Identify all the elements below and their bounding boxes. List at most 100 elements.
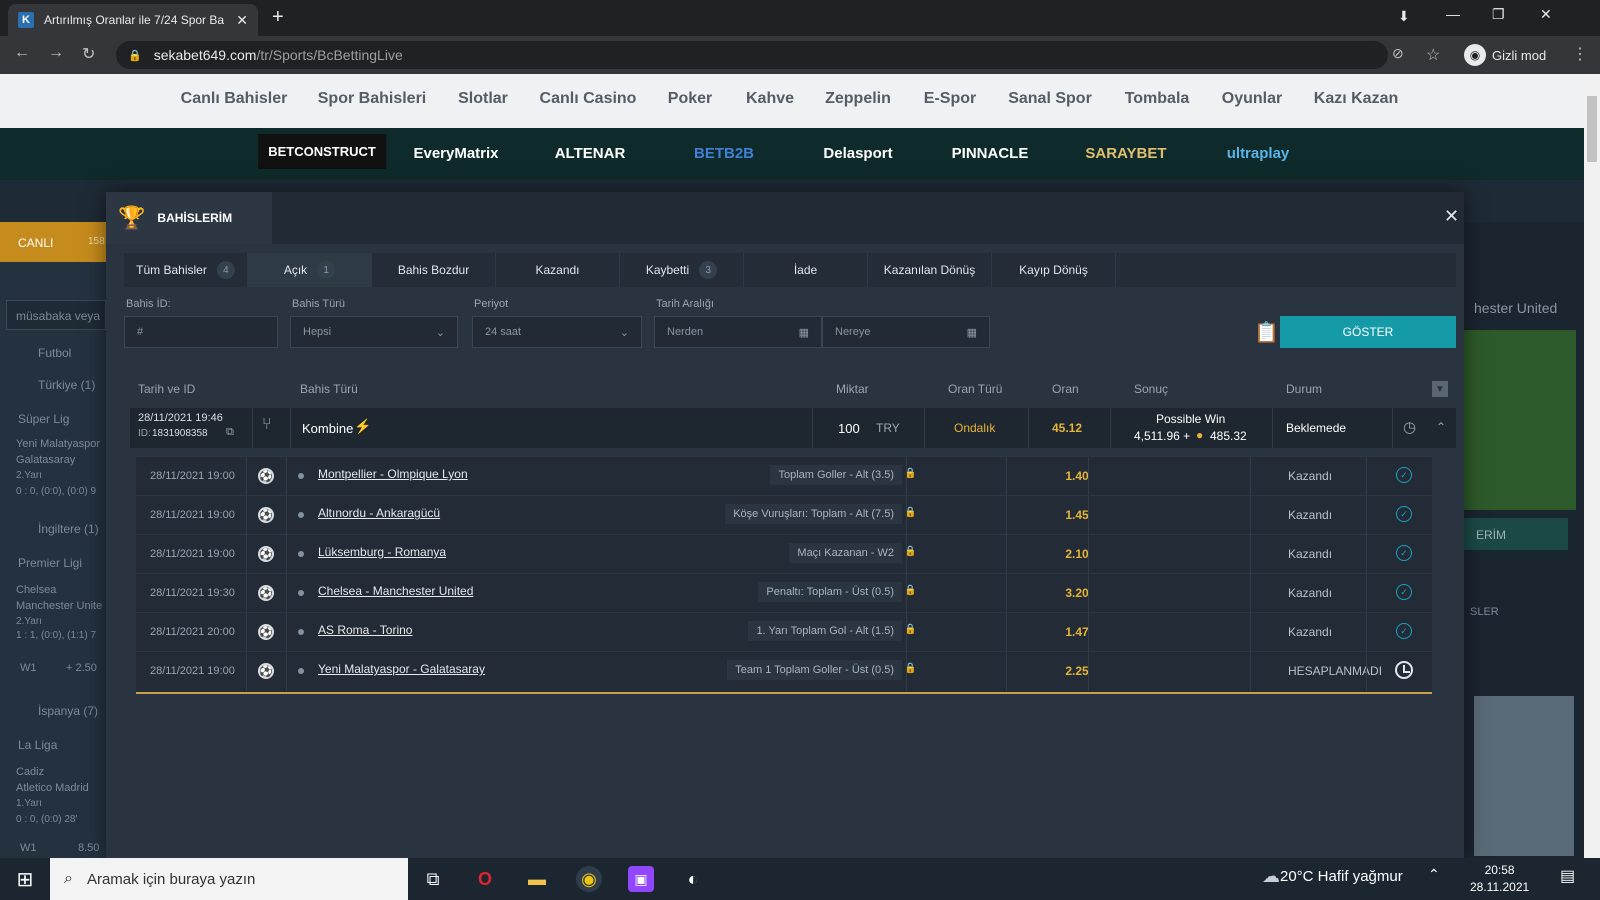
match-team[interactable]: Galatasaray bbox=[16, 454, 75, 466]
minimize-icon[interactable]: — bbox=[1446, 6, 1460, 22]
collapse-chevron-icon[interactable]: ⌃ bbox=[1436, 420, 1446, 434]
task-view-icon[interactable]: ⧉ bbox=[420, 866, 446, 892]
site-nav-link[interactable]: Kahve bbox=[746, 90, 794, 108]
scrollbar-thumb[interactable] bbox=[1587, 96, 1597, 162]
action-center-icon[interactable]: ▤ bbox=[1560, 866, 1575, 886]
windows-start-icon[interactable]: ⊞ bbox=[12, 866, 38, 892]
provider-logo[interactable]: PINNACLE bbox=[952, 145, 1029, 162]
eye-off-icon[interactable]: ⊘ bbox=[1392, 45, 1404, 62]
league-laliga[interactable]: La Liga bbox=[18, 738, 57, 752]
country-turkey[interactable]: Türkiye (1) bbox=[38, 378, 95, 392]
provider-logo[interactable]: Delasport bbox=[823, 145, 892, 162]
site-nav-link[interactable]: Kazı Kazan bbox=[1314, 90, 1398, 108]
tab-bet-filter[interactable]: Açık 1 bbox=[248, 253, 372, 287]
notification-app-icon[interactable]: ◐ bbox=[680, 866, 706, 892]
match-team[interactable]: Chelsea bbox=[16, 584, 56, 596]
profile-dropdown-icon[interactable]: ⬇ bbox=[1398, 8, 1410, 25]
match-team[interactable]: Atletico Madrid bbox=[16, 782, 89, 794]
tab-bet-filter[interactable]: Kazanılan Dönüş bbox=[868, 253, 992, 287]
sport-football[interactable]: Futbol bbox=[38, 346, 71, 360]
leg-match-link[interactable]: Chelsea - Manchester United bbox=[318, 584, 473, 598]
copy-icon[interactable]: ⧉ bbox=[226, 426, 234, 439]
leg-match-link[interactable]: Yeni Malatyaspor - Galatasaray bbox=[318, 662, 485, 676]
site-nav-link[interactable]: Tombala bbox=[1125, 90, 1190, 108]
provider-logo[interactable]: ALTENAR bbox=[555, 145, 626, 162]
country-england[interactable]: İngiltere (1) bbox=[38, 522, 99, 536]
provider-logo[interactable]: EveryMatrix bbox=[413, 145, 498, 162]
weather-text[interactable]: 20°C Hafif yağmur bbox=[1280, 868, 1403, 885]
back-icon[interactable]: ← bbox=[14, 44, 30, 62]
site-nav-link[interactable]: Spor Bahisleri bbox=[318, 90, 426, 108]
match-team[interactable]: Yeni Malatyaspor bbox=[16, 438, 100, 450]
site-nav-link[interactable]: Zeppelin bbox=[825, 90, 891, 108]
period-select[interactable]: 24 saat ⌄ bbox=[472, 316, 642, 348]
chrome-icon[interactable]: ◉ bbox=[576, 866, 602, 892]
site-nav-link[interactable]: Oyunlar bbox=[1222, 90, 1282, 108]
leg-match-link[interactable]: Montpellier - Olmpique Lyon bbox=[318, 467, 468, 481]
tab-bet-filter[interactable]: Tüm Bahisler 4 bbox=[124, 253, 248, 287]
site-nav-link[interactable]: E-Spor bbox=[924, 90, 976, 108]
browser-tab[interactable]: K Artırılmış Oranlar ile 7/24 Spor Ba ✕ bbox=[8, 4, 258, 36]
promo-banner-image[interactable] bbox=[1474, 696, 1574, 856]
bet-leg-row[interactable]: 28/11/2021 19:00 ⚽ Yeni Malatyaspor - Gala… bbox=[136, 651, 1432, 691]
bet-leg-row[interactable]: 28/11/2021 20:00 ⚽ AS Roma - Torino 1. Yarı… bbox=[136, 612, 1432, 652]
leg-match-link[interactable]: Altınordu - Ankaragücü bbox=[318, 506, 440, 520]
reload-icon[interactable]: ↻ bbox=[82, 44, 95, 64]
bookmark-star-icon[interactable]: ☆ bbox=[1426, 45, 1440, 65]
bet-leg-row[interactable]: 28/11/2021 19:30 ⚽ Chelsea - Manchester Un… bbox=[136, 573, 1432, 613]
new-tab-icon[interactable]: + bbox=[272, 6, 284, 29]
site-nav-link[interactable]: Sanal Spor bbox=[1008, 90, 1092, 108]
url-bar[interactable]: 🔒 sekabet649.com/tr/Sports/BcBettingLive bbox=[116, 41, 1388, 69]
right-panel-tab[interactable]: SLER bbox=[1470, 606, 1499, 618]
tab-bet-filter[interactable]: Kayıp Dönüş bbox=[992, 253, 1116, 287]
odds-w1-label[interactable]: W1 bbox=[20, 662, 37, 674]
tab-bet-filter[interactable]: Kazandı bbox=[496, 253, 620, 287]
league-super-lig[interactable]: Süper Lig bbox=[18, 412, 69, 426]
taskbar-clock[interactable]: 20:58 28.11.2021 bbox=[1470, 862, 1529, 896]
bet-leg-row[interactable]: 28/11/2021 19:00 ⚽ Lüksemburg - Romanya Maç… bbox=[136, 534, 1432, 574]
provider-logo[interactable]: BETCONSTRUCT bbox=[258, 134, 386, 169]
tab-bet-filter[interactable]: İade bbox=[744, 253, 868, 287]
file-explorer-icon[interactable]: ▬ bbox=[524, 866, 550, 892]
bet-leg-row[interactable]: 28/11/2021 19:00 ⚽ Altınordu - Ankaragücü K… bbox=[136, 495, 1432, 535]
site-nav-link[interactable]: Canlı Bahisler bbox=[181, 90, 288, 108]
leg-match-link[interactable]: AS Roma - Torino bbox=[318, 623, 412, 637]
site-nav-link[interactable]: Slotlar bbox=[458, 90, 508, 108]
show-button[interactable]: GÖSTER bbox=[1280, 316, 1456, 348]
site-nav-link[interactable]: Canlı Casino bbox=[540, 90, 637, 108]
forward-icon[interactable]: → bbox=[48, 44, 64, 62]
provider-logo[interactable]: SARAYBET bbox=[1085, 145, 1166, 162]
twitch-icon[interactable]: ▣ bbox=[628, 866, 654, 892]
taskbar-search-input[interactable]: ⌕ Aramak için buraya yazın bbox=[50, 858, 408, 900]
provider-logo[interactable]: BETB2B bbox=[694, 145, 754, 162]
clipboard-icon[interactable]: 📋 bbox=[1254, 320, 1279, 345]
tab-close-icon[interactable]: ✕ bbox=[236, 12, 248, 29]
league-premier[interactable]: Premier Ligi bbox=[18, 556, 82, 570]
date-to-input[interactable]: Nereye ▦ bbox=[822, 316, 990, 348]
browser-menu-icon[interactable]: ⋮ bbox=[1572, 44, 1588, 64]
bet-id-input[interactable]: # bbox=[124, 316, 278, 348]
odds-w1-label[interactable]: W1 bbox=[20, 842, 37, 854]
page-scrollbar[interactable] bbox=[1584, 74, 1600, 858]
odds-w1-value[interactable]: 8.50 bbox=[78, 842, 99, 854]
bet-leg-row[interactable]: 28/11/2021 19:00 ⚽ Montpellier - Olmpique … bbox=[136, 456, 1432, 496]
match-team[interactable]: Cadiz bbox=[16, 766, 44, 778]
leg-match-link[interactable]: Lüksemburg - Romanya bbox=[318, 545, 446, 559]
incognito-indicator[interactable]: ◉ Gizli mod bbox=[1464, 42, 1546, 68]
modal-close-icon[interactable]: ✕ bbox=[1444, 206, 1459, 227]
opera-icon[interactable]: O bbox=[472, 866, 498, 892]
tab-bet-filter[interactable]: Kaybetti 3 bbox=[620, 253, 744, 287]
window-close-icon[interactable]: ✕ bbox=[1540, 6, 1552, 23]
leg-status: Kazandı bbox=[1288, 469, 1333, 483]
match-team[interactable]: Manchester Unite bbox=[16, 600, 102, 612]
tray-chevron-icon[interactable]: ⌃ bbox=[1428, 866, 1440, 883]
odds-w1-value[interactable]: + 2.50 bbox=[66, 662, 97, 674]
site-nav-link[interactable]: Poker bbox=[668, 90, 712, 108]
column-filter-icon[interactable]: ▼ bbox=[1432, 381, 1448, 397]
restore-icon[interactable]: ❐ bbox=[1492, 6, 1505, 23]
date-from-input[interactable]: Nerden ▦ bbox=[654, 316, 822, 348]
provider-logo[interactable]: ultraplay bbox=[1227, 145, 1290, 162]
country-spain[interactable]: İspanya (7) bbox=[38, 704, 98, 718]
bet-type-select[interactable]: Hepsi ⌄ bbox=[290, 316, 458, 348]
tab-bet-filter[interactable]: Bahis Bozdur bbox=[372, 253, 496, 287]
